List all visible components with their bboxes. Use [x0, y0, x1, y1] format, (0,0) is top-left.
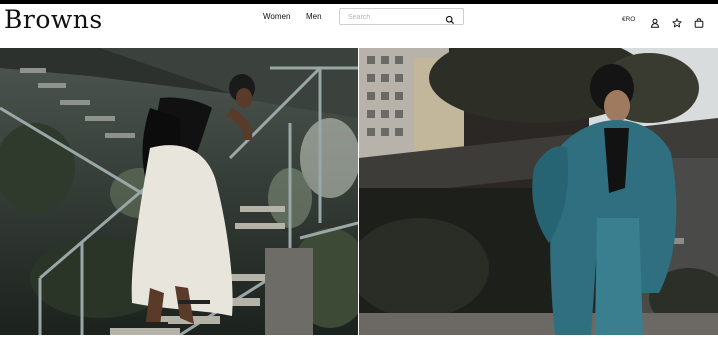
star-icon[interactable]	[672, 15, 682, 28]
user-icon[interactable]	[650, 15, 660, 28]
nav-link-men[interactable]: Men	[306, 12, 322, 22]
site-header: Browns Women Men €RO	[0, 4, 718, 48]
hero-image-right[interactable]	[359, 48, 718, 335]
shopping-bag-icon[interactable]	[694, 15, 704, 28]
nav-link-women[interactable]: Women	[263, 12, 290, 22]
woman-staircase-photo	[0, 48, 358, 335]
currency-selector[interactable]: €RO	[622, 15, 635, 25]
search-icon[interactable]	[445, 12, 455, 25]
search-input[interactable]	[348, 12, 444, 22]
man-teal-suit-photo	[359, 48, 718, 335]
hero-image-left[interactable]	[0, 48, 358, 335]
search-bar[interactable]	[339, 8, 464, 25]
brand-logo[interactable]: Browns	[4, 6, 103, 34]
